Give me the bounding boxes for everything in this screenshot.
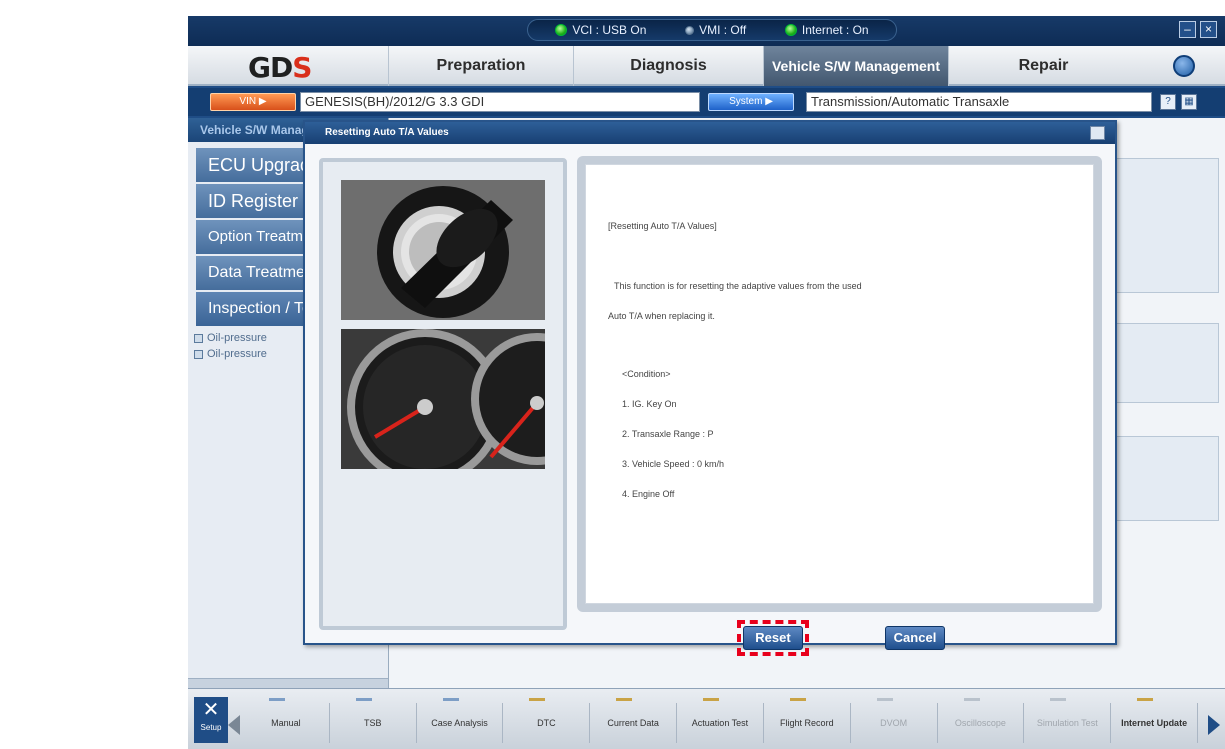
instrument-cluster-image bbox=[341, 329, 545, 469]
description-line-2: Auto T/A when replacing it. bbox=[608, 311, 715, 321]
minimize-button[interactable]: – bbox=[1179, 21, 1196, 38]
vehicle-info-bar: VIN ▶ GENESIS(BH)/2012/G 3.3 GDI System … bbox=[188, 88, 1225, 116]
resetting-dialog: Resetting Auto T/A Values [Resetting Aut… bbox=[303, 120, 1117, 656]
description-line-1: This function is for resetting the adapt… bbox=[614, 281, 862, 291]
status-bar: VCI : USB On VMI : Off Internet : On – × bbox=[188, 16, 1225, 46]
toolbar-flight-record[interactable]: Flight Record bbox=[764, 698, 851, 743]
help-icon[interactable]: ? bbox=[1160, 94, 1176, 110]
dialog-title: Resetting Auto T/A Values bbox=[305, 122, 1115, 144]
close-icon[interactable] bbox=[1090, 126, 1105, 140]
condition-item: 2. Transaxle Range : P bbox=[622, 429, 714, 439]
content-group bbox=[1109, 323, 1219, 403]
grid-icon[interactable]: ▦ bbox=[1181, 94, 1197, 110]
toolbar-case-analysis[interactable]: Case Analysis bbox=[417, 698, 504, 743]
description-text-area: [Resetting Auto T/A Values] This functio… bbox=[585, 164, 1094, 604]
gds-logo: GDS bbox=[248, 51, 312, 84]
content-group bbox=[1109, 158, 1219, 293]
internet-status: Internet : On bbox=[784, 23, 869, 37]
cancel-button[interactable]: Cancel bbox=[885, 626, 945, 650]
toolbar-simulation-test[interactable]: Simulation Test bbox=[1024, 698, 1112, 743]
scroll-left-arrow-icon[interactable] bbox=[228, 715, 240, 735]
vci-status: VCI : USB On bbox=[555, 23, 646, 37]
vin-button[interactable]: VIN ▶ bbox=[210, 93, 296, 111]
main-menu: GDS Preparation Diagnosis Vehicle S/W Ma… bbox=[188, 46, 1225, 86]
vmi-status: VMI : Off bbox=[685, 23, 746, 37]
ignition-key-image bbox=[341, 180, 545, 320]
toolbar-dvom[interactable]: DVOM bbox=[851, 698, 938, 743]
toolbar-internet-update[interactable]: Internet Update bbox=[1111, 698, 1198, 743]
left-panel-scrollbar[interactable] bbox=[188, 678, 388, 688]
gds-application-window: VCI : USB On VMI : Off Internet : On – ×… bbox=[188, 16, 1225, 749]
document-icon bbox=[194, 349, 203, 359]
list-item[interactable]: Oil-pressure bbox=[194, 332, 267, 344]
toolbar-current-data[interactable]: Current Data bbox=[590, 698, 678, 743]
toolbar-oscilloscope[interactable]: Oscilloscope bbox=[938, 698, 1025, 743]
connection-status: VCI : USB On VMI : Off Internet : On bbox=[527, 19, 897, 41]
internet-led-icon bbox=[784, 24, 797, 36]
tab-vehicle-sw-management[interactable]: Vehicle S/W Management bbox=[763, 46, 948, 86]
list-item[interactable]: Oil-pressure bbox=[194, 348, 267, 360]
tab-preparation[interactable]: Preparation bbox=[388, 46, 573, 86]
setup-button[interactable]: ✕ Setup bbox=[194, 697, 228, 743]
tools-icon: ✕ bbox=[202, 699, 220, 721]
description-panel: [Resetting Auto T/A Values] This functio… bbox=[577, 156, 1102, 612]
toolbar-dtc[interactable]: DTC bbox=[503, 698, 591, 743]
condition-heading: <Condition> bbox=[622, 369, 671, 379]
scroll-right-arrow-icon[interactable] bbox=[1208, 715, 1220, 735]
system-button[interactable]: System ▶ bbox=[708, 93, 794, 111]
vehicle-field[interactable]: GENESIS(BH)/2012/G 3.3 GDI bbox=[300, 92, 700, 112]
condition-item: 3. Vehicle Speed : 0 km/h bbox=[622, 459, 725, 469]
system-field[interactable]: Transmission/Automatic Transaxle bbox=[806, 92, 1152, 112]
condition-item: 1. IG. Key On bbox=[622, 399, 677, 409]
toolbar-tsb[interactable]: TSB bbox=[330, 698, 417, 743]
bottom-toolbar: ✕ Setup Manual TSB Case Analysis DTC Curr… bbox=[188, 688, 1225, 749]
tab-repair[interactable]: Repair bbox=[948, 46, 1138, 86]
close-window-button[interactable]: × bbox=[1200, 21, 1217, 38]
description-heading: [Resetting Auto T/A Values] bbox=[608, 221, 717, 231]
dialog-body: [Resetting Auto T/A Values] This functio… bbox=[305, 144, 1115, 656]
reset-highlight-box bbox=[737, 620, 809, 656]
vmi-led-icon bbox=[685, 25, 695, 35]
toolbar-actuation-test[interactable]: Actuation Test bbox=[677, 698, 764, 743]
tab-diagnosis[interactable]: Diagnosis bbox=[573, 46, 763, 86]
condition-item: 4. Engine Off bbox=[622, 489, 675, 499]
search-icon[interactable] bbox=[1173, 55, 1195, 77]
vci-led-icon bbox=[555, 24, 568, 36]
illustration-panel bbox=[319, 158, 567, 630]
content-group bbox=[1109, 436, 1219, 521]
document-icon bbox=[194, 333, 203, 343]
toolbar-manual[interactable]: Manual bbox=[243, 698, 330, 743]
